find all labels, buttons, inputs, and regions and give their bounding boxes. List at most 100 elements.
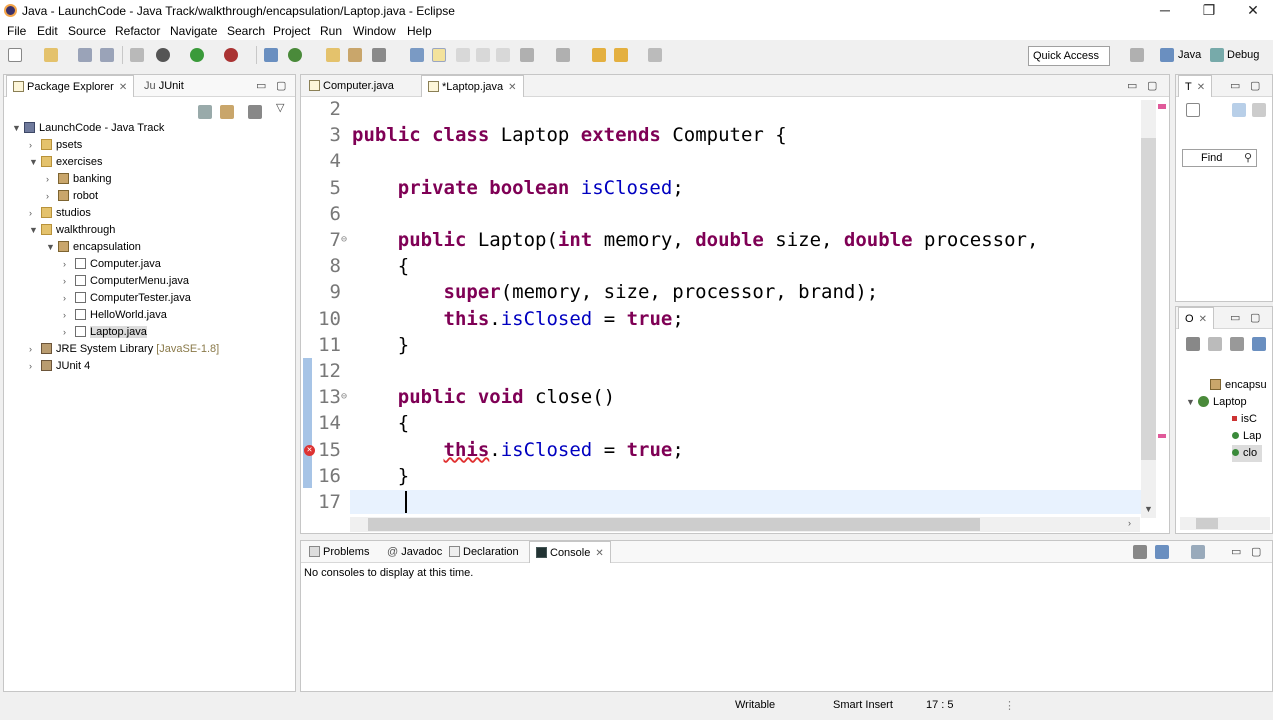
collapsed-arrow-icon[interactable]: › (29, 341, 41, 358)
maximize-icon[interactable]: ▢ (276, 79, 286, 92)
fold-icon[interactable]: ⊖ (341, 234, 347, 245)
collapsed-arrow-icon[interactable]: › (29, 358, 41, 375)
tree-item[interactable]: ▼ walkthrough (29, 222, 115, 239)
tree-item[interactable]: › robot (46, 188, 98, 205)
editor-horizontal-scrollbar[interactable]: › (350, 517, 1140, 532)
open-perspective-icon[interactable] (1130, 48, 1144, 62)
tree-item[interactable]: › ComputerTester.java (63, 290, 191, 307)
menu-file[interactable]: File (7, 24, 26, 38)
toggle-mark-icon[interactable] (410, 48, 424, 62)
print-icon[interactable] (130, 48, 144, 62)
outline-horizontal-scrollbar[interactable] (1180, 517, 1270, 530)
tree-item[interactable]: › studios (29, 205, 91, 222)
open-task-icon[interactable] (348, 48, 362, 62)
save-icon[interactable] (78, 48, 92, 62)
paragraph-icon[interactable] (496, 48, 510, 62)
tree-item[interactable]: › Computer.java (63, 256, 161, 273)
tab-task-list[interactable]: T ✕ (1178, 75, 1213, 97)
close-icon[interactable]: ✕ (119, 82, 127, 93)
close-icon[interactable]: ✕ (1197, 82, 1205, 93)
menu-search[interactable]: Search (227, 24, 265, 38)
outline-item-constructor[interactable]: Lap (1232, 428, 1261, 445)
run-icon[interactable] (190, 48, 204, 62)
expanded-arrow-icon[interactable]: ▼ (12, 120, 24, 137)
quick-access-input[interactable]: Quick Access (1028, 46, 1110, 66)
tab-laptop-java[interactable]: *Laptop.java ✕ (421, 75, 524, 97)
highlight-occurrences-icon[interactable] (432, 48, 446, 62)
collapse-all-icon[interactable] (198, 105, 212, 119)
minimize-icon[interactable]: ▭ (256, 79, 266, 92)
tree-item[interactable]: ▼ exercises (29, 154, 102, 171)
tab-javadoc[interactable]: @ Javadoc (381, 541, 448, 563)
menu-help[interactable]: Help (407, 24, 432, 38)
filter-icon[interactable] (1252, 103, 1266, 117)
collapsed-arrow-icon[interactable]: › (63, 324, 75, 341)
expanded-arrow-icon[interactable]: ▼ (29, 222, 41, 239)
tab-junit[interactable]: Ju JUnit (138, 75, 190, 97)
next-annotation-icon[interactable] (556, 48, 570, 62)
perspective-debug[interactable]: Debug (1227, 49, 1259, 61)
close-icon[interactable]: ✕ (1199, 314, 1207, 325)
open-icon[interactable] (44, 48, 58, 62)
run-external-icon[interactable] (224, 48, 238, 62)
tree-item[interactable]: ▼ LaunchCode - Java Track (12, 120, 164, 137)
tree-item[interactable]: ▼ encapsulation (46, 239, 141, 256)
menu-refactor[interactable]: Refactor (115, 24, 160, 38)
outline-item-field[interactable]: isC (1232, 411, 1257, 428)
menu-window[interactable]: Window (353, 24, 396, 38)
minimize-icon[interactable]: ▭ (1127, 79, 1137, 92)
minimize-icon[interactable]: ▭ (1230, 79, 1240, 92)
menu-navigate[interactable]: Navigate (170, 24, 217, 38)
tree-item[interactable]: › HelloWorld.java (63, 307, 167, 324)
outline-item-package[interactable]: encapsu (1210, 377, 1267, 394)
collapsed-arrow-icon[interactable]: › (63, 273, 75, 290)
pin-console-icon[interactable] (1133, 545, 1147, 559)
tree-item[interactable]: › Laptop.java (63, 324, 147, 341)
minimize-icon[interactable]: ▭ (1231, 545, 1241, 558)
minimize-button[interactable]: ─ (1142, 0, 1188, 22)
tab-problems[interactable]: Problems (303, 541, 375, 563)
tab-computer-java[interactable]: Computer.java (303, 75, 400, 97)
minimize-icon[interactable]: ▭ (1230, 311, 1240, 324)
code-editor[interactable]: 2 3 public class Laptop extends Computer {… (301, 100, 1141, 518)
new-class-icon[interactable] (288, 48, 302, 62)
tree-item[interactable]: › psets (29, 137, 82, 154)
maximize-icon[interactable]: ▢ (1251, 545, 1261, 558)
collapsed-arrow-icon[interactable]: › (63, 290, 75, 307)
back-icon[interactable] (614, 48, 628, 62)
tree-item[interactable]: › ComputerMenu.java (63, 273, 189, 290)
tab-outline[interactable]: O ✕ (1178, 307, 1214, 329)
collapsed-arrow-icon[interactable]: › (29, 205, 41, 222)
forward-icon[interactable] (648, 48, 662, 62)
open-type-icon[interactable] (326, 48, 340, 62)
tree-item[interactable]: › JRE System Library [JavaSE-1.8] (29, 341, 219, 358)
tree-item[interactable]: › JUnit 4 (29, 358, 90, 375)
show-whitespace-icon[interactable] (476, 48, 490, 62)
link-editor-icon[interactable] (220, 105, 234, 119)
close-button[interactable]: ✕ (1230, 0, 1276, 22)
open-console-icon[interactable] (1191, 545, 1205, 559)
close-icon[interactable]: ✕ (595, 548, 603, 559)
maximize-icon[interactable]: ▢ (1250, 311, 1260, 324)
menu-edit[interactable]: Edit (37, 24, 58, 38)
perspective-java[interactable]: Java (1178, 49, 1201, 61)
search-icon[interactable] (372, 48, 386, 62)
sort-icon[interactable] (1186, 337, 1200, 351)
collapsed-arrow-icon[interactable]: › (46, 188, 58, 205)
outline-item-class[interactable]: ▼ Laptop (1186, 394, 1247, 411)
menu-source[interactable]: Source (68, 24, 106, 38)
tab-declaration[interactable]: Declaration (443, 541, 525, 563)
expanded-arrow-icon[interactable]: ▼ (46, 239, 58, 256)
collapsed-arrow-icon[interactable]: › (46, 171, 58, 188)
new-java-project-icon[interactable] (264, 48, 278, 62)
debug-gear-icon[interactable] (156, 48, 170, 62)
display-console-icon[interactable] (1155, 545, 1169, 559)
outline-item-method[interactable]: clo (1232, 445, 1262, 462)
categorize-icon[interactable] (1232, 103, 1246, 117)
debug-perspective-icon[interactable] (1210, 48, 1224, 62)
last-edit-icon[interactable] (592, 48, 606, 62)
java-perspective-icon[interactable] (1160, 48, 1174, 62)
new-icon[interactable] (8, 48, 22, 62)
hide-nonpublic-icon[interactable] (1252, 337, 1266, 351)
tab-package-explorer[interactable]: Package Explorer ✕ (6, 75, 135, 97)
